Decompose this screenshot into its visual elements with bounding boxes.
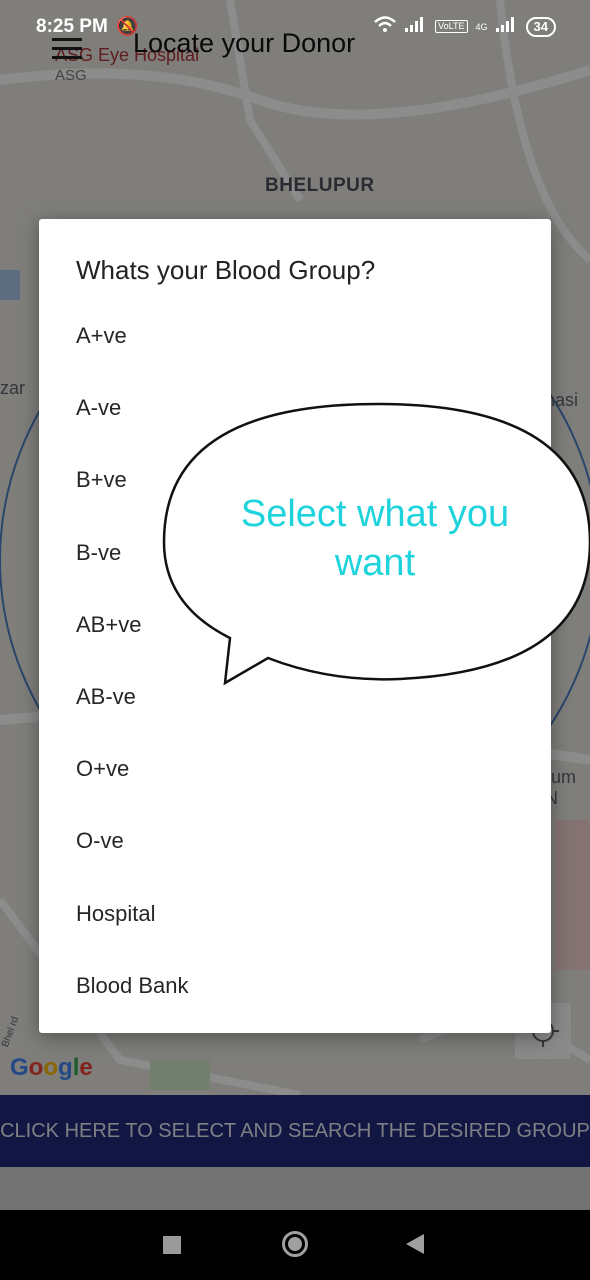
bubble-line-1: Select what you (240, 493, 510, 535)
volte-icon: VoLTE (435, 20, 468, 33)
status-time: 8:25 PM (36, 16, 108, 37)
signal-icon (405, 16, 427, 37)
status-bar: 8:25 PM 🔕 VoLTE 4G 34 (0, 0, 590, 52)
signal-icon-2 (495, 16, 518, 37)
bubble-line-2: want (334, 542, 416, 584)
notifications-off-icon: 🔕 (116, 16, 139, 36)
speech-bubble-text: Select what you want (215, 490, 535, 588)
battery-indicator: 34 (525, 16, 556, 37)
dialog-title: Whats your Blood Group? (76, 255, 376, 285)
option-o-positive[interactable]: O+ve (39, 733, 551, 805)
home-icon[interactable] (282, 1231, 308, 1257)
option-o-negative[interactable]: O-ve (39, 805, 551, 877)
option-a-positive[interactable]: A+ve (39, 300, 551, 372)
network-type-label: 4G (475, 21, 488, 32)
back-icon[interactable] (406, 1234, 424, 1254)
option-blood-bank[interactable]: Blood Bank (39, 950, 551, 1022)
wifi-icon (373, 15, 397, 38)
option-hospital[interactable]: Hospital (39, 878, 551, 950)
recents-icon[interactable] (163, 1236, 181, 1254)
